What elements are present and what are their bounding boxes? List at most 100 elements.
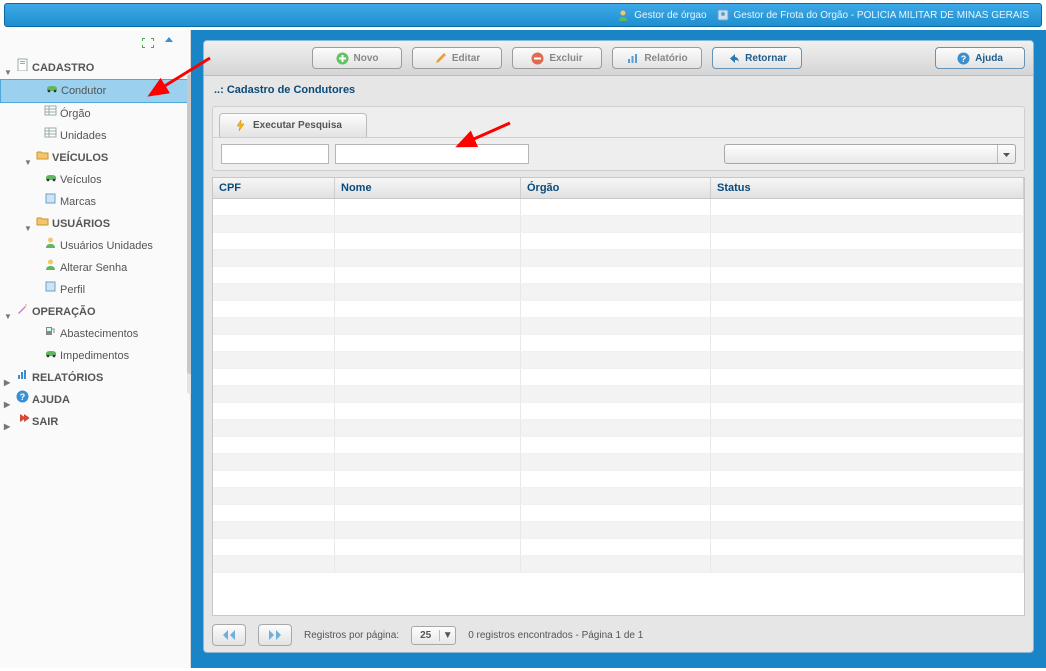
nav-item-label: Marcas [60,192,96,212]
col-status[interactable]: Status [711,178,1024,198]
table-row [213,284,1024,301]
tree-toggle-icon[interactable] [24,220,33,229]
header-user-context-text: Gestor de Frota do Orgão - POLICIA MILIT… [734,10,1029,21]
panel-title: ..: Cadastro de Condutores [204,76,1033,102]
nav-item-sair[interactable]: SAIR [0,411,190,433]
user-icon [44,258,57,278]
chevron-down-icon[interactable] [997,145,1015,163]
table-row [213,539,1024,556]
filter-orgao-combo[interactable] [724,144,1016,164]
nav-item-relat-rios[interactable]: RELATÓRIOS [0,367,190,389]
grid-icon [44,104,57,124]
nav-item-impedimentos[interactable]: Impedimentos [0,345,190,367]
tag-icon [44,192,57,212]
nav-item-cadastro[interactable]: CADASTRO [0,57,190,79]
nav-item-ajuda[interactable]: ? AJUDA [0,389,190,411]
tree-toggle-icon[interactable] [4,418,13,427]
executar-pesquisa-button[interactable]: Executar Pesquisa [219,113,367,137]
main-area: Novo Editar Excluir Relatório Retornar [191,30,1046,668]
nav-item-label: VEÍCULOS [52,148,108,168]
nav-item-marcas[interactable]: Marcas [0,191,190,213]
editar-button[interactable]: Editar [412,47,502,69]
excluir-button[interactable]: Excluir [512,47,602,69]
car-green-icon [44,170,57,190]
chart-icon [16,368,29,388]
nav-item-label: USUÁRIOS [52,214,110,234]
pager: Registros por página: 25 ▼ 0 registros e… [204,616,1033,652]
retornar-button[interactable]: Retornar [712,47,802,69]
filter-nome-input[interactable] [335,144,529,164]
table-row [213,318,1024,335]
tree-toggle-icon[interactable] [24,154,33,163]
nav-item-ve-culos[interactable]: Veículos [0,169,190,191]
nav-item-label: Abastecimentos [60,324,138,344]
table-row [213,301,1024,318]
table-row [213,352,1024,369]
exit-icon [16,412,29,432]
col-nome[interactable]: Nome [335,178,521,198]
nav-item-label: RELATÓRIOS [32,368,103,388]
nav-item-abastecimentos[interactable]: Abastecimentos [0,323,190,345]
pager-next-button[interactable] [258,624,292,646]
help-icon: ? [16,390,29,410]
table-row [213,505,1024,522]
table-row [213,369,1024,386]
main-panel: Novo Editar Excluir Relatório Retornar [203,40,1034,653]
nav-item--rg-o[interactable]: Órgão [0,103,190,125]
nav-item-perfil[interactable]: Perfil [0,279,190,301]
nav-item-condutor[interactable]: Condutor [0,79,190,103]
grid-body [213,199,1024,615]
nav-item-label: Usuários Unidades [60,236,153,256]
pager-prev-button[interactable] [212,624,246,646]
expand-all-icon[interactable] [140,36,154,53]
car-green-icon [45,81,58,101]
ajuda-button[interactable]: ? Ajuda [935,47,1025,69]
table-row [213,488,1024,505]
table-row [213,471,1024,488]
header-user-role-text: Gestor de órgao [634,10,706,21]
table-row [213,250,1024,267]
doc-icon [16,58,29,78]
nav-item-alterar-senha[interactable]: Alterar Senha [0,257,190,279]
tree-toggle-icon[interactable] [4,308,13,317]
results-grid: CPF Nome Órgão Status [212,177,1025,616]
nav-item-label: Perfil [60,280,85,300]
tag-icon [44,280,57,300]
nav-item-label: Condutor [61,81,106,101]
table-row [213,335,1024,352]
page-size-select[interactable]: 25 ▼ [411,626,456,645]
table-row [213,267,1024,284]
nav-item-label: Impedimentos [60,346,129,366]
tree-toggle-icon[interactable] [4,396,13,405]
nav-item-usu-rios[interactable]: USUÁRIOS [0,213,190,235]
nav-item-label: AJUDA [32,390,70,410]
nav-item-opera-o[interactable]: OPERAÇÃO [0,301,190,323]
filter-row [213,137,1024,170]
folder-icon [36,214,49,234]
novo-button[interactable]: Novo [312,47,402,69]
tree-toggle-icon[interactable] [4,64,13,73]
chevron-down-icon[interactable]: ▼ [439,630,455,641]
grid-icon [44,126,57,146]
car-green-icon [44,346,57,366]
table-row [213,199,1024,216]
col-cpf[interactable]: CPF [213,178,335,198]
filter-cpf-input[interactable] [221,144,329,164]
table-row [213,437,1024,454]
table-row [213,556,1024,573]
col-orgao[interactable]: Órgão [521,178,711,198]
svg-text:?: ? [20,392,26,402]
table-row [213,454,1024,471]
nav-item-ve-culos[interactable]: VEÍCULOS [0,147,190,169]
table-row [213,522,1024,539]
table-row [213,386,1024,403]
relatorio-button[interactable]: Relatório [612,47,702,69]
header-user-context: Gestor de Frota do Orgão - POLICIA MILIT… [717,9,1029,21]
nav-item-usu-rios-unidades[interactable]: Usuários Unidades [0,235,190,257]
header-bar: Gestor de órgao Gestor de Frota do Orgão… [4,3,1042,27]
tree-toggle-icon[interactable] [4,374,13,383]
nav-item-unidades[interactable]: Unidades [0,125,190,147]
collapse-all-icon[interactable] [162,36,176,53]
search-region: Executar Pesquisa [212,106,1025,171]
sidebar: CADASTROCondutorÓrgãoUnidadesVEÍCULOSVeí… [0,30,191,668]
